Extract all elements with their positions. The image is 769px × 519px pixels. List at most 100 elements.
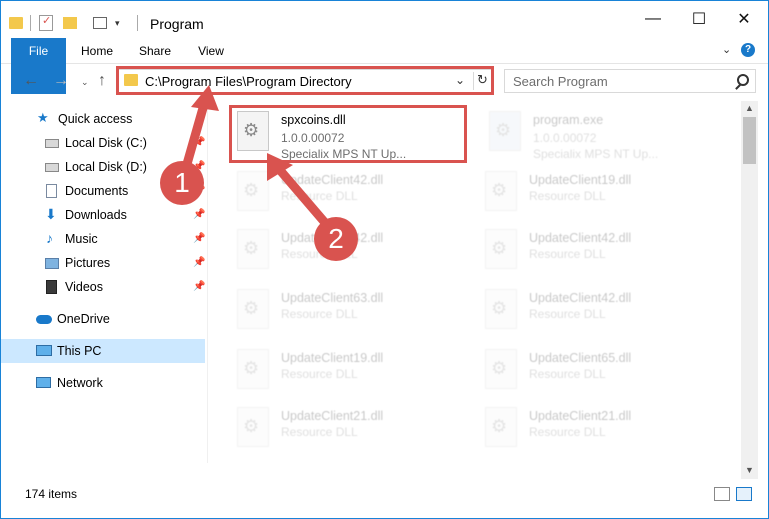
file-type: Resource DLL	[529, 189, 606, 203]
dll-file-icon	[237, 171, 269, 211]
sidebar-item-pictures[interactable]: Pictures 📌	[1, 251, 205, 275]
download-icon: ⬇	[45, 206, 57, 222]
file-name: UpdateClient21.dll	[281, 409, 384, 423]
pin-icon[interactable]: 📌	[193, 137, 205, 148]
dll-file-icon	[237, 289, 269, 329]
title-bar: ✓ ▾ Program — ☐ ✕	[1, 1, 768, 37]
pin-icon[interactable]: 📌	[193, 209, 205, 220]
pin-icon[interactable]: 📌	[193, 257, 205, 268]
explorer-window: ✓ ▾ Program — ☐ ✕ File Home Share View ⌄…	[0, 0, 769, 519]
computer-icon	[36, 345, 52, 356]
up-arrow-icon[interactable]: ↑	[98, 72, 106, 90]
file-type: Resource DLL	[281, 367, 358, 381]
file-type: Resource DLL	[529, 425, 606, 439]
file-name: UpdateClient21.dll	[529, 409, 632, 423]
status-bar: 174 items	[1, 481, 768, 519]
sidebar-item-onedrive[interactable]: OneDrive	[1, 307, 205, 331]
file-item[interactable]: UpdateClient19.dll Resource DLL	[233, 343, 473, 399]
file-type: Resource DLL	[281, 189, 358, 203]
sidebar-item-label: OneDrive	[57, 312, 110, 326]
search-input[interactable]: Search Program	[504, 69, 756, 93]
file-item[interactable]: UpdateClient21.dll Resource DLL	[481, 401, 721, 457]
sidebar-item-label: Network	[57, 376, 103, 390]
separator-icon	[30, 15, 31, 31]
file-name: UpdateClient42.dll	[281, 173, 384, 187]
file-item[interactable]: UpdateClient63.dll Resource DLL	[233, 283, 473, 339]
forward-arrow-icon[interactable]: →	[53, 72, 69, 90]
tab-home[interactable]: Home	[73, 38, 121, 64]
chevron-down-icon[interactable]: ▾	[115, 18, 120, 34]
chevron-down-icon[interactable]: ⌄	[722, 43, 731, 56]
scroll-down-arrow-icon[interactable]: ▼	[745, 465, 754, 475]
help-icon[interactable]: ?	[741, 43, 755, 57]
sidebar-item-quick-access[interactable]: ★ Quick access	[1, 107, 205, 131]
separator-icon	[137, 15, 138, 31]
tab-view[interactable]: View	[187, 38, 235, 64]
large-icons-view-icon[interactable]	[736, 487, 752, 501]
file-name: UpdateClient19.dll	[281, 351, 384, 365]
sidebar-item-label: Music	[65, 232, 98, 246]
file-item[interactable]: UpdateClient42.dll Resource DLL	[481, 283, 721, 339]
file-name: UpdateClient19.dll	[529, 173, 632, 187]
sidebar-item-label: Quick access	[58, 112, 133, 126]
vertical-scrollbar[interactable]: ▲ ▼	[741, 101, 758, 479]
drive-icon	[45, 163, 59, 172]
ribbon-tabs: File Home Share View ⌄ ?	[1, 38, 768, 94]
new-folder-icon[interactable]	[63, 17, 77, 29]
tab-share[interactable]: Share	[131, 38, 179, 64]
dll-file-icon	[237, 407, 269, 447]
drive-icon	[45, 139, 59, 148]
dll-file-icon	[237, 349, 269, 389]
file-name: UpdateClient65.dll	[529, 351, 632, 365]
scroll-up-arrow-icon[interactable]: ▲	[745, 103, 754, 113]
file-item[interactable]: UpdateClient42.dll Resource DLL	[233, 165, 473, 221]
sidebar-item-label: Pictures	[65, 256, 111, 270]
details-view-icon[interactable]	[714, 487, 730, 501]
sidebar-item-music[interactable]: ♪ Music 📌	[1, 227, 205, 251]
sidebar-item-this-pc[interactable]: This PC	[1, 339, 205, 363]
videos-icon	[46, 280, 57, 294]
callout-badge-1: 1	[160, 161, 204, 205]
file-type: Resource DLL	[529, 247, 606, 261]
search-placeholder: Search Program	[513, 74, 608, 89]
maximize-button[interactable]: ☐	[676, 1, 722, 37]
sidebar-item-label: This PC	[57, 344, 102, 358]
sidebar-item-network[interactable]: Network	[1, 371, 205, 395]
file-description: Specialix MPS NT Up...	[533, 147, 659, 161]
file-name: UpdateClient42.dll	[529, 291, 632, 305]
properties-icon[interactable]: ✓	[39, 15, 53, 31]
file-version: 1.0.0.00072	[533, 131, 597, 145]
sidebar-item-videos[interactable]: Videos 📌	[1, 275, 205, 299]
file-item[interactable]: UpdateClient21.dll Resource DLL	[233, 401, 473, 457]
pin-icon[interactable]: 📌	[193, 281, 205, 292]
sidebar-item-local-disk-c[interactable]: Local Disk (C:) 📌	[1, 131, 205, 155]
file-highlight-box	[229, 105, 467, 163]
view-options-icon[interactable]	[93, 17, 107, 29]
callout-badge-2: 2	[314, 217, 358, 261]
back-arrow-icon[interactable]: ←	[23, 72, 39, 90]
folder-icon	[9, 17, 23, 29]
network-icon	[36, 377, 51, 388]
scroll-thumb[interactable]	[743, 117, 756, 164]
file-item[interactable]: UpdateClient65.dll Resource DLL	[481, 343, 721, 399]
sidebar-item-label: Documents	[65, 184, 129, 198]
file-type: Resource DLL	[281, 425, 358, 439]
file-item[interactable]: UpdateClient42.dll Resource DLL	[481, 223, 721, 279]
sidebar-item-label: Local Disk (D:)	[65, 160, 147, 174]
sidebar-item-downloads[interactable]: ⬇ Downloads 📌	[1, 203, 205, 227]
minimize-button[interactable]: —	[630, 1, 676, 37]
documents-icon	[46, 184, 57, 198]
file-name: UpdateClient63.dll	[281, 291, 384, 305]
file-item[interactable]: UpdateClient19.dll Resource DLL	[481, 165, 721, 221]
address-highlight-box	[116, 66, 494, 95]
dll-file-icon	[485, 407, 517, 447]
file-name: UpdateClient42.dll	[529, 231, 632, 245]
window-title: Program	[150, 16, 204, 32]
chevron-down-icon[interactable]: ⌄	[81, 77, 89, 88]
item-count: 174 items	[25, 487, 78, 501]
file-item-program-exe[interactable]: program.exe 1.0.0.00072 Specialix MPS NT…	[485, 105, 725, 161]
pin-icon[interactable]: 📌	[193, 233, 205, 244]
pictures-icon	[45, 258, 59, 269]
pane-divider[interactable]	[207, 101, 208, 463]
close-button[interactable]: ✕	[721, 1, 767, 37]
